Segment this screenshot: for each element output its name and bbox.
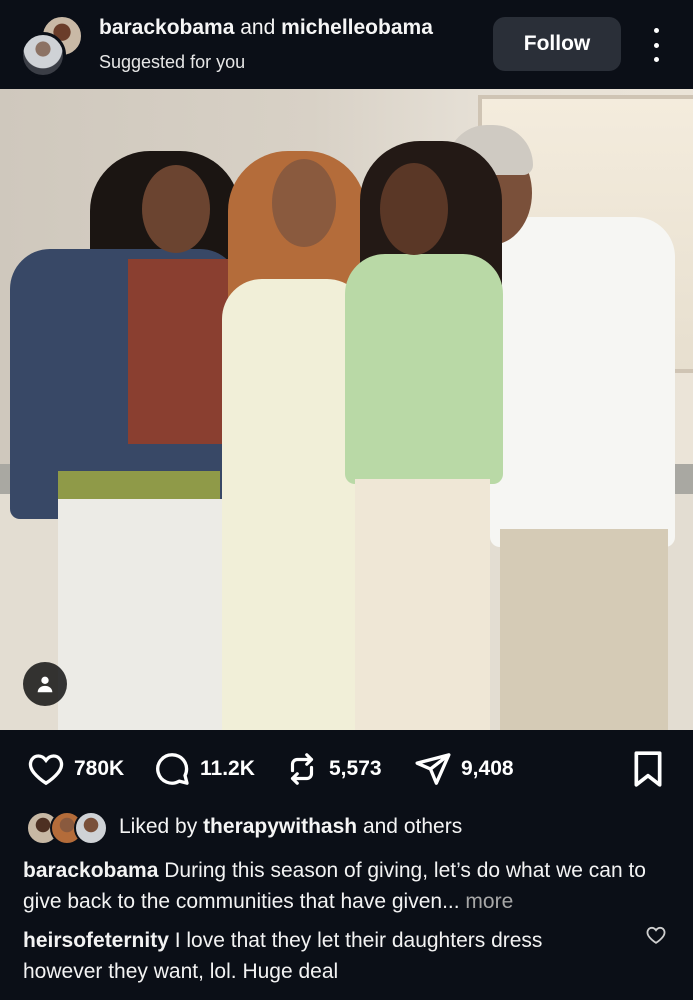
share-icon	[415, 753, 451, 785]
more-vertical-icon[interactable]	[646, 28, 666, 62]
author-connector: and	[240, 16, 276, 39]
post-caption: barackobama During this season of giving…	[23, 855, 673, 917]
avatar[interactable]	[20, 32, 66, 78]
caption-more-link[interactable]: more	[465, 890, 513, 913]
action-bar: 780K 11.2K 5,573 9,408	[0, 745, 693, 795]
repost-count: 5,573	[329, 757, 382, 780]
post-photo[interactable]	[0, 89, 693, 730]
post-authors: barackobama and michelleobama	[99, 16, 433, 40]
avatar	[74, 811, 108, 845]
heart-icon	[28, 754, 64, 786]
top-comment[interactable]: heirsofeternity I love that they let the…	[23, 925, 623, 987]
liked-by-prefix: Liked by	[119, 815, 198, 838]
author-username[interactable]: barackobama	[99, 16, 234, 39]
liked-by-suffix[interactable]: and others	[363, 815, 462, 838]
comment-heart-icon[interactable]	[645, 924, 667, 951]
suggested-label: Suggested for you	[99, 52, 246, 72]
repost-button[interactable]: 5,573	[283, 745, 382, 793]
liked-by-text: Liked by therapywithash and others	[119, 815, 462, 839]
caption-username[interactable]: barackobama	[23, 859, 158, 882]
bookmark-button[interactable]	[630, 745, 666, 793]
comment-count: 11.2K	[200, 757, 255, 780]
like-button[interactable]: 780K	[26, 745, 124, 793]
follow-button[interactable]: Follow	[493, 17, 621, 71]
comment-icon	[156, 753, 189, 785]
like-count: 780K	[74, 757, 125, 780]
liked-by-row[interactable]: Liked by therapywithash and others	[26, 811, 686, 845]
comment-username[interactable]: heirsofeternity	[23, 929, 169, 952]
share-count: 9,408	[461, 757, 514, 780]
repost-icon	[290, 753, 314, 785]
author-avatars[interactable]	[20, 14, 84, 78]
liked-by-username[interactable]: therapywithash	[203, 815, 357, 838]
bookmark-icon	[634, 751, 662, 787]
coauthor-username[interactable]: michelleobama	[281, 16, 433, 39]
comment-button[interactable]: 11.2K	[152, 745, 255, 793]
share-button[interactable]: 9,408	[413, 745, 514, 793]
user-tag-icon[interactable]	[23, 662, 67, 706]
post-header: barackobama and michelleobama Suggested …	[0, 0, 693, 89]
